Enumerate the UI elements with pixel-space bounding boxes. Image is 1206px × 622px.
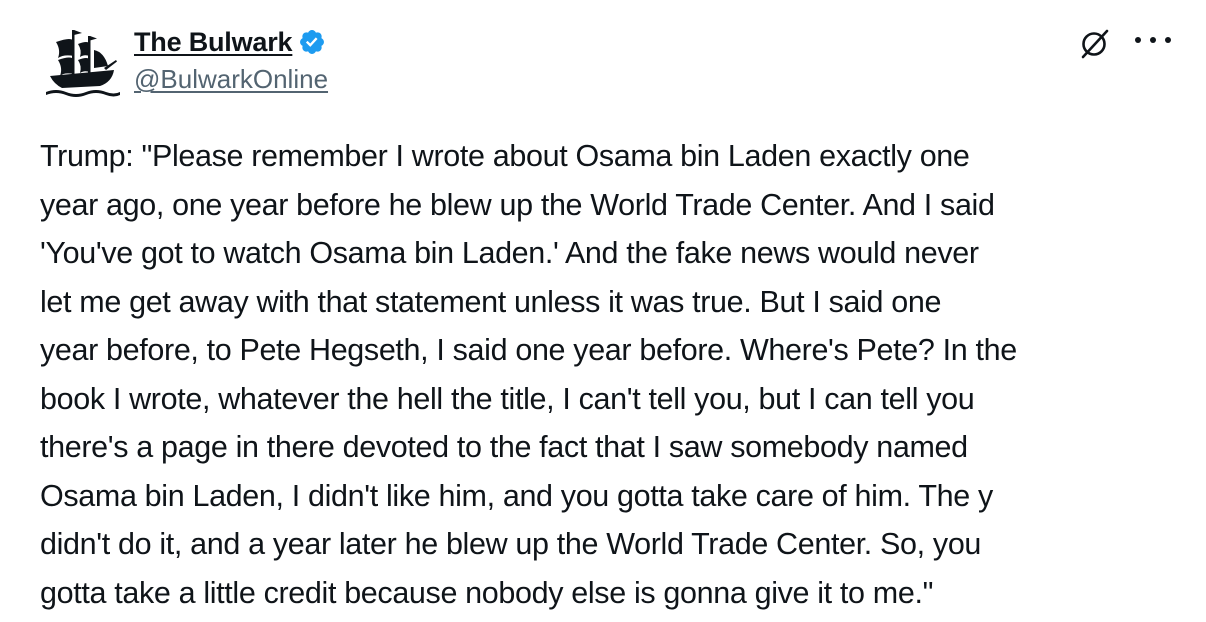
ship-logo-icon	[46, 30, 120, 97]
author-handle[interactable]: @BulwarkOnline	[134, 64, 328, 95]
author-name-row: The Bulwark	[134, 24, 328, 60]
avatar[interactable]	[42, 22, 124, 104]
verified-badge-icon[interactable]	[298, 28, 326, 56]
tweet-card: The Bulwark @BulwarkOnline Trump: "Pleas…	[0, 0, 1206, 622]
grok-icon[interactable]	[1078, 26, 1112, 60]
more-dot	[1135, 37, 1141, 43]
author-display-name[interactable]: The Bulwark	[134, 27, 293, 58]
more-dot	[1165, 37, 1171, 43]
tweet-text: Trump: "Please remember I wrote about Os…	[40, 139, 1017, 610]
more-dot	[1150, 37, 1156, 43]
more-options-icon[interactable]	[1135, 30, 1171, 50]
author-block: The Bulwark @BulwarkOnline	[134, 24, 328, 95]
